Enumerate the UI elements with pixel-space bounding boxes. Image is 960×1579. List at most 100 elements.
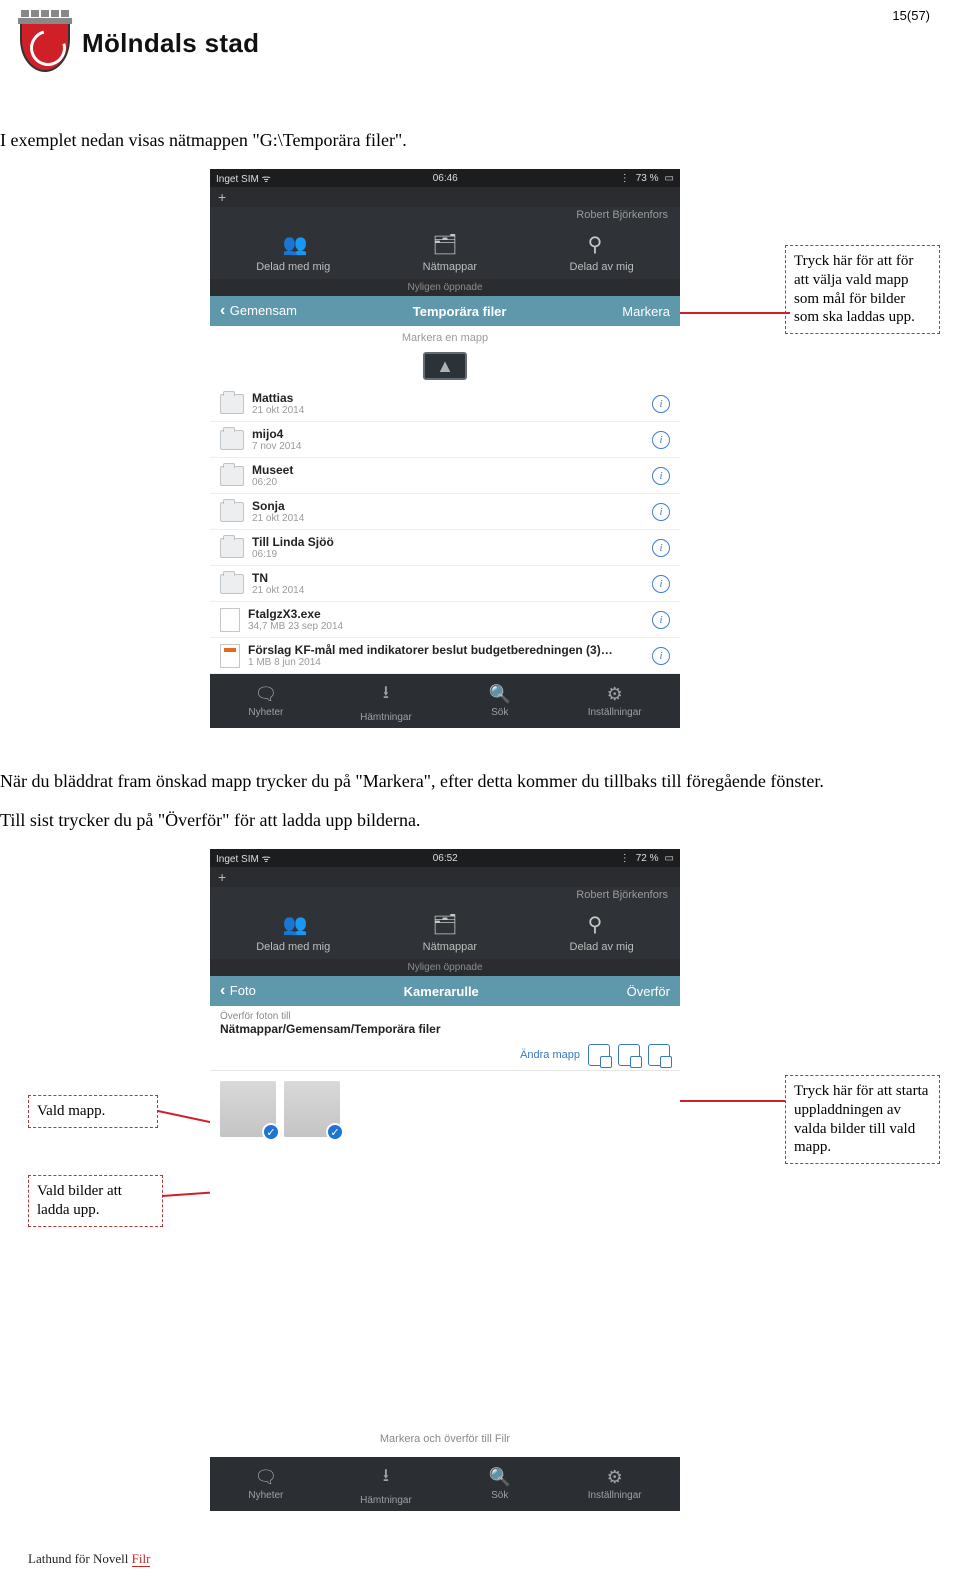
city-logo: Mölndals stad [18,10,259,72]
folder-icon [220,502,244,522]
folder-icon [220,394,244,414]
folder-icon [220,466,244,486]
photo-nav-bar: Foto Kamerarulle Överför [210,976,680,1006]
callout-selected-folder: Vald mapp. [28,1095,158,1128]
city-name: Mölndals stad [82,10,259,59]
tab-downloads[interactable]: ⭳Hämtningar [360,680,412,723]
footer-text: Lathund för Novell [28,1551,132,1566]
info-icon[interactable]: i [652,431,670,449]
list-item[interactable]: TN21 okt 2014 i [210,566,680,602]
tab-search[interactable]: 🔍Sök [489,1467,511,1501]
add-button[interactable]: + [210,187,680,207]
folder-nav-bar: Gemensam Temporära filer Markera [210,296,680,326]
add-button[interactable]: + [210,867,680,887]
file-icon [220,608,240,632]
list-item[interactable]: FtalgzX3.exe34,7 MB 23 sep 2014 i [210,602,680,638]
bottom-bar: 🗨Nyheter ⭳Hämtningar 🔍Sök ⚙Inställningar [210,1457,680,1511]
info-icon[interactable]: i [652,539,670,557]
recent-label: Nyligen öppnade [210,959,680,976]
user-name[interactable]: Robert Björkenfors [210,207,680,223]
transfer-button[interactable]: Överför [627,984,670,999]
footer-link-filr[interactable]: Filr [132,1551,151,1567]
file-icon [220,644,240,668]
info-icon[interactable]: i [652,647,670,665]
folder-icon [220,538,244,558]
list-item[interactable]: mijo47 nov 2014 i [210,422,680,458]
sim-status: Inget SIM ᯤ [216,851,271,865]
recent-label: Nyligen öppnade [210,279,680,296]
paragraph-1: I exemplet nedan visas nätmappen "G:\Tem… [0,130,960,151]
list-item[interactable]: Sonja21 okt 2014 i [210,494,680,530]
battery-icon: ▭ [665,853,674,864]
sim-status: Inget SIM ᯤ [216,171,271,185]
photo-thumbnail[interactable]: ✓ [284,1081,340,1137]
tab-shared-by-me[interactable]: Delad av mig [570,261,634,273]
selected-thumbnails: ✓ ✓ [210,1071,680,1161]
tab-downloads[interactable]: ⭳Hämtningar [360,1463,412,1506]
shared-with-me-icon[interactable]: 👥 [275,229,315,259]
tab-news[interactable]: 🗨Nyheter [248,684,283,718]
info-icon[interactable]: i [652,611,670,629]
status-bar: Inget SIM ᯤ 06:52 ⋮ 72 % ▭ [210,849,680,867]
folder-option-icon[interactable] [648,1044,670,1066]
net-folders-icon[interactable]: 🗂 [425,909,465,939]
list-item[interactable]: Till Linda Sjöö06:19 i [210,530,680,566]
page-header: 15(57) Mölndals stad [0,0,960,72]
transfer-note: Markera och överför till Filr [210,1421,680,1457]
callout-start-upload: Tryck här för att starta uppladdningen a… [785,1075,940,1164]
shared-by-me-icon[interactable]: ⚲ [575,909,615,939]
bluetooth-icon: ⋮ [620,173,630,184]
list-item[interactable]: Mattias21 okt 2014 i [210,386,680,422]
shield-icon [20,24,70,72]
mark-button[interactable]: Markera [622,304,670,319]
bluetooth-icon: ⋮ [620,853,630,864]
tab-settings[interactable]: ⚙Inställningar [588,684,642,718]
folder-icon [220,430,244,450]
callout-selected-images: Vald bilder att ladda upp. [28,1175,163,1227]
tab-shared-by-me[interactable]: Delad av mig [570,941,634,953]
photo-thumbnail[interactable]: ✓ [220,1081,276,1137]
tab-shared-with-me[interactable]: Delad med mig [256,261,330,273]
shared-by-me-icon[interactable]: ⚲ [575,229,615,259]
info-icon[interactable]: i [652,395,670,413]
tab-net-folders[interactable]: Nätmappar [423,261,477,273]
screenshot-2: Inget SIM ᯤ 06:52 ⋮ 72 % ▭ + Robert Björ… [210,849,680,1511]
page-footer: Lathund för Novell Filr [0,1551,960,1579]
list-item[interactable]: Museet06:20 i [210,458,680,494]
tab-search[interactable]: 🔍Sök [489,684,511,718]
scroll-up-icon[interactable]: ▲ [423,352,467,380]
page-number: 15(57) [892,8,930,23]
screenshot-1: Inget SIM ᯤ 06:46 ⋮ 73 % ▭ + Robert Björ… [210,169,680,728]
list-item[interactable]: Förslag KF-mål med indikatorer beslut bu… [210,638,680,674]
paragraph-3: Till sist trycker du på "Överför" för at… [0,810,960,831]
check-icon: ✓ [262,1123,280,1141]
battery-icon: ▭ [665,173,674,184]
clock: 06:46 [433,173,458,184]
mark-folder-hint: Markera en mapp [210,326,680,348]
battery: 72 % [636,853,659,864]
folder-title: Temporära filer [413,304,507,319]
status-bar: Inget SIM ᯤ 06:46 ⋮ 73 % ▭ [210,169,680,187]
back-button[interactable]: Gemensam [220,302,297,320]
tab-net-folders[interactable]: Nätmappar [423,941,477,953]
destination-label: Överför foton till [210,1006,680,1022]
shared-with-me-icon[interactable]: 👥 [275,909,315,939]
info-icon[interactable]: i [652,503,670,521]
info-icon[interactable]: i [652,575,670,593]
user-name[interactable]: Robert Björkenfors [210,887,680,903]
folder-option-icon[interactable] [618,1044,640,1066]
tab-shared-with-me[interactable]: Delad med mig [256,941,330,953]
back-button[interactable]: Foto [220,982,256,1000]
paragraph-2: När du bläddrat fram önskad mapp trycker… [0,771,960,792]
tab-settings[interactable]: ⚙Inställningar [588,1467,642,1501]
net-folders-icon[interactable]: 🗂 [425,229,465,259]
tab-news[interactable]: 🗨Nyheter [248,1467,283,1501]
change-folder-button[interactable]: Ändra mapp [520,1049,580,1061]
folder-icon [220,574,244,594]
check-icon: ✓ [326,1123,344,1141]
info-icon[interactable]: i [652,467,670,485]
folder-option-icon[interactable] [588,1044,610,1066]
destination-path: Nätmappar/Gemensam/Temporära filer [210,1022,680,1040]
callout-choose-folder: Tryck här för att för att välja vald map… [785,245,940,334]
battery: 73 % [636,173,659,184]
